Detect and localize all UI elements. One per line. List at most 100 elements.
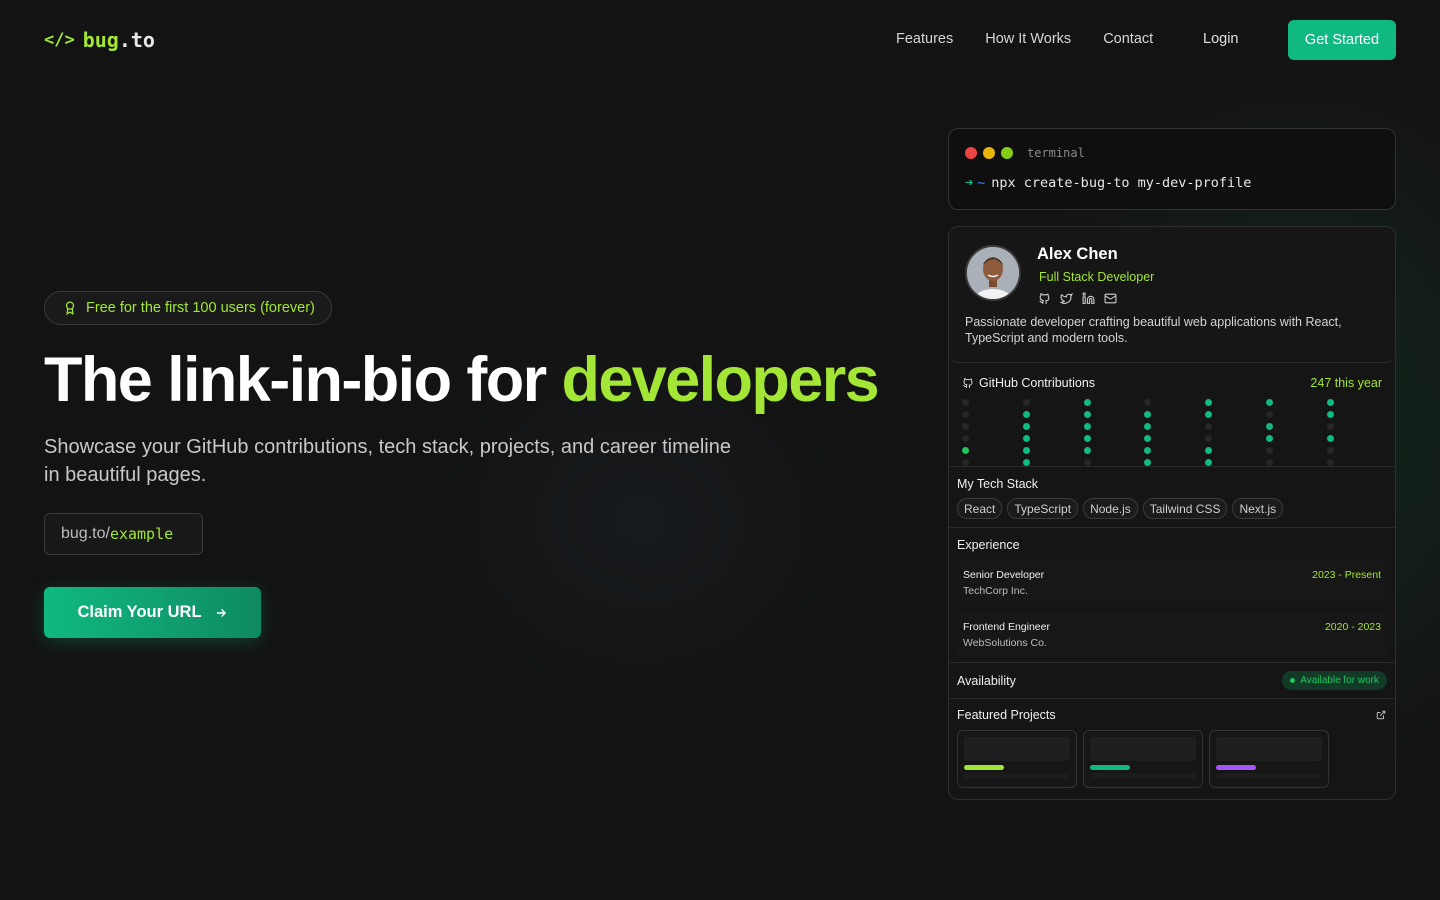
contribution-cell — [1326, 423, 1334, 430]
availability-badge: Available for work — [1282, 671, 1387, 690]
contribution-cell — [1326, 399, 1334, 406]
tech-tag: Tailwind CSS — [1142, 498, 1228, 519]
project-card[interactable] — [957, 730, 1077, 788]
project-placeholder-line — [964, 773, 1070, 779]
headline-accent: developers — [561, 345, 879, 415]
contribution-cell — [1205, 411, 1213, 418]
contribution-cell — [1144, 447, 1152, 454]
url-prefix: bug.to/ — [61, 525, 110, 542]
get-started-button[interactable]: Get Started — [1288, 20, 1396, 60]
profile-preview-card: Alex Chen Full Stack Developer Passionat… — [948, 226, 1396, 800]
contribution-cell — [1266, 423, 1273, 430]
claim-url-button[interactable]: Claim Your URL — [44, 587, 261, 638]
project-thumbnail — [1090, 737, 1196, 761]
contribution-cell — [962, 423, 969, 430]
contribution-cell — [1205, 447, 1213, 454]
top-nav: </> bug.to Features How It Works Contact… — [0, 0, 1440, 80]
job-entry: Senior Developer TechCorp Inc. 2023 - Pr… — [957, 560, 1387, 606]
contribution-cell — [1022, 447, 1030, 454]
contribution-cell — [1326, 411, 1334, 418]
contribution-cell — [1022, 411, 1030, 418]
contribution-cell — [1266, 447, 1273, 454]
avatar — [965, 245, 1021, 301]
tech-tags: React TypeScript Node.js Tailwind CSS Ne… — [957, 498, 1284, 519]
badge-text: Free for the first 100 users (forever) — [86, 300, 315, 316]
contribution-cell — [1083, 447, 1091, 454]
code-icon: </> — [44, 30, 75, 50]
featured-projects-section: Featured Projects — [949, 699, 1395, 799]
contribution-cell — [1326, 447, 1334, 454]
linkedin-icon[interactable] — [1082, 292, 1095, 305]
nav-link-contact[interactable]: Contact — [1103, 31, 1153, 47]
project-thumbnail — [964, 737, 1070, 761]
free-users-badge: Free for the first 100 users (forever) — [44, 291, 332, 325]
window-controls — [965, 147, 1013, 159]
url-input[interactable]: bug.to/example — [44, 513, 203, 555]
logo[interactable]: </> bug.to — [44, 28, 155, 52]
login-link[interactable]: Login — [1203, 31, 1238, 47]
contribution-cell — [1022, 459, 1030, 466]
nav-link-features[interactable]: Features — [896, 31, 953, 47]
terminal-command-line: ➜ ~ npx create-bug-to my-dev-profile — [965, 175, 1251, 191]
profile-header: Alex Chen Full Stack Developer Passionat… — [949, 227, 1395, 363]
twitter-icon[interactable] — [1060, 292, 1073, 305]
status-dot — [1290, 678, 1296, 683]
contribution-cell — [1083, 459, 1091, 466]
nav-link-how-it-works[interactable]: How It Works — [985, 31, 1071, 47]
contribution-cell — [1144, 399, 1152, 406]
contribution-cell — [962, 447, 969, 454]
experience-section: Experience Senior Developer TechCorp Inc… — [949, 528, 1395, 663]
logo-text-to: .to — [118, 28, 155, 52]
job-company: WebSolutions Co. — [963, 637, 1047, 649]
arrow-right-icon — [216, 608, 226, 617]
contribution-cell — [962, 411, 969, 418]
nav-links: Features How It Works Contact — [896, 31, 1153, 47]
contribution-cell — [1083, 399, 1091, 406]
contribution-cell — [962, 435, 969, 442]
github-icon[interactable] — [1038, 292, 1051, 305]
maximize-dot — [1001, 147, 1013, 159]
external-link-icon[interactable] — [1376, 710, 1386, 720]
contribution-cell — [1083, 411, 1091, 418]
contribution-cell — [1022, 399, 1030, 406]
tech-stack-title: My Tech Stack — [957, 477, 1039, 491]
social-links — [1038, 292, 1117, 305]
project-cards — [957, 730, 1329, 788]
prompt-tilde: ~ — [977, 175, 986, 191]
contribution-cell — [1205, 399, 1213, 406]
project-accent-bar — [964, 765, 1004, 770]
contribution-cell — [962, 399, 969, 406]
contribution-cell — [1266, 435, 1273, 442]
contribution-cell — [1205, 435, 1213, 442]
minimize-dot — [983, 147, 995, 159]
project-card[interactable] — [1083, 730, 1203, 788]
profile-bio: Passionate developer crafting beautiful … — [965, 315, 1342, 345]
hero-headline: The link-in-bio for developers — [44, 344, 880, 416]
mail-icon[interactable] — [1104, 292, 1117, 305]
contribution-cell — [1022, 435, 1030, 442]
project-accent-bar — [1090, 765, 1130, 770]
contribution-grid — [962, 399, 1342, 466]
award-icon — [65, 301, 75, 315]
hero-subhead: Showcase your GitHub contributions, tech… — [44, 436, 731, 486]
tech-tag: TypeScript — [1007, 498, 1079, 519]
tech-tag: React — [957, 498, 1003, 519]
contribution-cell — [1144, 435, 1152, 442]
close-dot — [965, 147, 977, 159]
tech-tag: Next.js — [1232, 498, 1284, 519]
github-title: GitHub Contributions — [979, 376, 1096, 390]
project-placeholder-line — [1090, 773, 1196, 779]
terminal-window: terminal ➜ ~ npx create-bug-to my-dev-prof… — [948, 128, 1396, 210]
profile-name: Alex Chen — [1037, 245, 1118, 263]
job-title: Senior Developer — [963, 569, 1045, 581]
contribution-cell — [1083, 435, 1091, 442]
contribution-cell — [1083, 423, 1091, 430]
contribution-cell — [1144, 423, 1152, 430]
job-dates: 2020 - 2023 — [1324, 621, 1381, 633]
project-card[interactable] — [1209, 730, 1329, 788]
availability-section: Availability Available for work — [949, 663, 1395, 699]
claim-label: Claim Your URL — [77, 603, 202, 621]
job-company: TechCorp Inc. — [963, 585, 1028, 597]
github-count: 247 this year — [1310, 376, 1382, 390]
contribution-cell — [1326, 459, 1334, 466]
